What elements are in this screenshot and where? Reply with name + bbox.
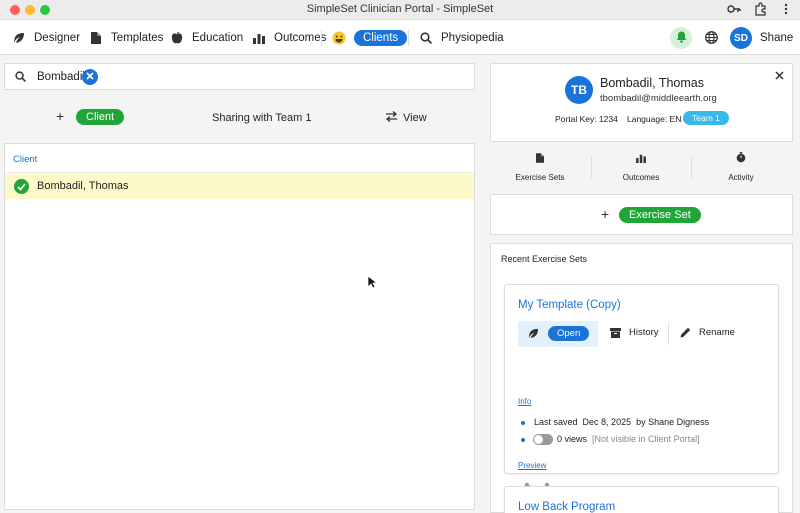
recent-exercise-sets: Recent Exercise Sets My Template (Copy) … xyxy=(490,243,793,513)
leaf-icon xyxy=(528,328,539,342)
window-titlebar: SimpleSet Clinician Portal - SimpleSet xyxy=(0,0,800,20)
nav-outcomes[interactable]: Outcomes xyxy=(252,29,326,47)
preview-link[interactable]: Preview xyxy=(518,461,546,470)
list-header: Client xyxy=(13,154,38,165)
pencil-icon xyxy=(680,327,691,338)
last-saved: Last saved Dec 8, 2025 by Shane Digness xyxy=(534,417,709,427)
tab-outcomes[interactable]: Outcomes xyxy=(591,152,691,183)
tab-activity[interactable]: Activity xyxy=(691,152,791,183)
nav-designer-label: Designer xyxy=(34,32,81,44)
tab-label: Outcomes xyxy=(622,173,660,182)
more-menu-icon[interactable] xyxy=(784,2,788,19)
document-icon xyxy=(89,31,103,45)
views-count: 0 views xyxy=(557,434,588,444)
client-email: tbombadil@middleearth.org xyxy=(600,93,717,104)
client-list: Client Bombadil, Thomas xyxy=(4,143,475,510)
section-title: Recent Exercise Sets xyxy=(501,254,588,264)
team-badge[interactable]: Team 1 xyxy=(683,111,729,125)
exercise-set-actions: + Exercise Set xyxy=(490,194,793,235)
client-name: Bombadil, Thomas xyxy=(37,180,129,192)
nav-templates-label: Templates xyxy=(111,32,164,44)
client-search[interactable]: Bombadil xyxy=(4,63,475,90)
top-navigation: Designer Templates Education Outcomes Cl… xyxy=(0,20,800,55)
nav-physiopedia[interactable]: Physiopedia xyxy=(419,29,504,47)
client-actions: + Client Sharing with Team 1 View xyxy=(4,104,475,130)
history-label: History xyxy=(629,327,659,338)
client-tabs: Exercise Sets Outcomes Activity xyxy=(490,148,793,186)
document-icon xyxy=(490,152,590,166)
client-avatar: TB xyxy=(565,76,593,104)
key-icon[interactable] xyxy=(727,2,741,19)
swap-icon[interactable] xyxy=(385,111,398,125)
rename-label: Rename xyxy=(699,327,735,338)
user-avatar[interactable]: SD xyxy=(730,27,752,49)
stopwatch-icon xyxy=(691,152,791,166)
view-toggle[interactable]: View xyxy=(403,112,427,124)
rename-button[interactable]: Rename xyxy=(680,327,735,338)
bar-chart-icon xyxy=(591,152,691,166)
exercise-set-card: Low Back Program xyxy=(504,486,779,513)
portal-key: Portal Key: 1234 xyxy=(555,114,618,124)
nav-separator xyxy=(408,30,409,46)
window-title: SimpleSet Clinician Portal - SimpleSet xyxy=(306,3,494,15)
exercise-set-card: My Template (Copy) Open History Rename I… xyxy=(504,284,779,501)
history-button[interactable]: History xyxy=(610,327,659,338)
bar-chart-icon xyxy=(252,31,266,45)
user-name[interactable]: Shane xyxy=(760,29,793,47)
nav-clients[interactable]: Clients xyxy=(332,29,408,47)
notifications-button[interactable] xyxy=(670,27,692,49)
open-group[interactable]: Open xyxy=(518,321,598,347)
close-icon[interactable] xyxy=(775,68,784,83)
nav-separator xyxy=(321,30,322,46)
archive-icon xyxy=(610,327,621,338)
globe-icon[interactable] xyxy=(705,31,718,47)
mouse-cursor-icon xyxy=(367,275,379,292)
leaf-icon xyxy=(12,31,26,45)
plus-icon[interactable]: + xyxy=(56,108,64,124)
nav-templates[interactable]: Templates xyxy=(89,29,163,47)
search-icon xyxy=(15,71,27,85)
checkmark-icon xyxy=(14,179,29,194)
smiley-icon xyxy=(332,31,346,45)
nav-physiopedia-label: Physiopedia xyxy=(441,32,504,44)
info-link[interactable]: Info xyxy=(518,397,531,406)
client-detail-card: TB Bombadil, Thomas tbombadil@middleeart… xyxy=(490,63,793,142)
last-saved-date: Dec 8, 2025 xyxy=(582,417,632,427)
divider xyxy=(5,172,474,173)
saved-by: by Shane Digness xyxy=(636,417,710,427)
extension-icon[interactable] xyxy=(754,2,768,19)
add-client-button[interactable]: Client xyxy=(76,109,125,125)
last-saved-label: Last saved xyxy=(534,417,578,427)
table-row[interactable]: Bombadil, Thomas xyxy=(5,174,474,199)
search-icon xyxy=(419,31,433,45)
apple-icon xyxy=(170,31,184,45)
visibility-note: [Not visible in Client Portal] xyxy=(592,434,700,444)
bullet xyxy=(521,438,525,442)
client-full-name: Bombadil, Thomas xyxy=(600,76,704,90)
nav-outcomes-label: Outcomes xyxy=(274,32,327,44)
plus-icon[interactable]: + xyxy=(601,206,609,222)
nav-clients-label: Clients xyxy=(354,30,408,46)
bullet xyxy=(521,421,525,425)
tab-exercise-sets[interactable]: Exercise Sets xyxy=(490,152,590,183)
nav-designer[interactable]: Designer xyxy=(12,29,80,47)
bell-icon xyxy=(676,31,687,46)
nav-education[interactable]: Education xyxy=(170,29,243,47)
views-info: 0 views [Not visible in Client Portal] xyxy=(557,434,700,444)
panel-gutter xyxy=(480,56,488,513)
search-input[interactable]: Bombadil xyxy=(37,71,85,83)
tab-label: Exercise Sets xyxy=(515,173,565,182)
clear-search-button[interactable] xyxy=(82,69,98,85)
tab-label: Activity xyxy=(728,173,754,182)
exercise-set-title[interactable]: My Template (Copy) xyxy=(518,299,621,311)
client-portal-visibility-toggle[interactable] xyxy=(533,434,553,445)
open-button[interactable]: Open xyxy=(548,326,590,341)
nav-education-label: Education xyxy=(192,32,244,44)
close-icon xyxy=(86,72,94,80)
add-exercise-set-button[interactable]: Exercise Set xyxy=(619,207,701,223)
exercise-set-title[interactable]: Low Back Program xyxy=(518,501,615,513)
sharing-team-selector[interactable]: Sharing with Team 1 xyxy=(212,112,311,124)
divider xyxy=(668,323,669,345)
client-language: Language: EN xyxy=(627,114,682,124)
